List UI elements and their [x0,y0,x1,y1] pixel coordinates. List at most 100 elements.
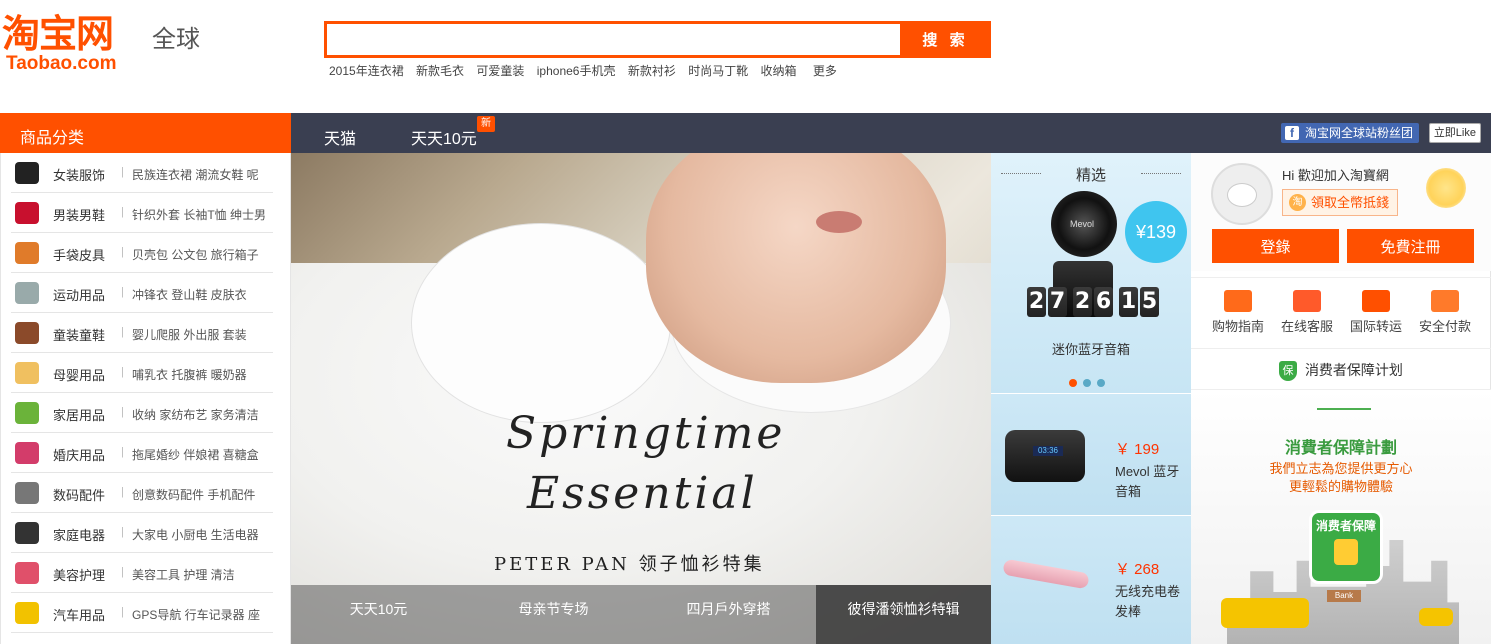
taobao-logo[interactable]: 淘宝网 [2,14,114,54]
category-subitems[interactable]: 冲锋衣 登山鞋 皮肤衣 [132,286,247,303]
handbag-icon [15,242,39,264]
product-card[interactable]: ￥ 268 无线充电卷发棒 [991,515,1191,644]
category-row[interactable]: 婚庆用品 | 拖尾婚纱 伴娘裙 喜糖盒 [11,433,273,473]
carousel-dot[interactable] [1069,379,1077,387]
guarantee-badge-label: 消费者保障 [1315,519,1376,533]
category-row[interactable]: 汽车用品 | GPS导航 行车记录器 座 [11,593,273,633]
lock-icon [1431,290,1459,312]
category-row[interactable]: 家庭电器 | 大家电 小厨电 生活电器 [11,513,273,553]
banner-title-line1: Springtime [506,408,786,459]
avatar-face-icon [1227,183,1257,207]
guarantee-promo[interactable]: 消費者保障計劃 我們立志為您提供更方心 更輕鬆的購物體驗 消费者保障 Bank [1191,390,1491,644]
product-price: ￥ 268 [1115,561,1160,578]
consumer-guarantee-link[interactable]: 保 消费者保障计划 [1191,350,1491,390]
bus-icon [1221,598,1309,628]
category-subitems[interactable]: 婴儿爬服 外出服 套装 [132,326,247,343]
banner-tab[interactable]: 母亲节专场 [466,585,641,644]
category-name[interactable]: 美容护理 [53,565,105,584]
category-subitems[interactable]: 美容工具 护理 清洁 [132,566,235,583]
category-name[interactable]: 婚庆用品 [53,445,105,464]
hot-keyword-more-link[interactable]: 更多 [813,64,837,78]
service-label: 安全付款 [1418,319,1471,334]
hot-keyword-link[interactable]: 新款衬衫 [628,64,676,78]
featured-product-name[interactable]: 迷你蓝牙音箱 [991,339,1191,358]
banner-tab[interactable]: 四月戶外穿搭 [641,585,816,644]
category-name[interactable]: 数码配件 [53,485,105,504]
category-subitems[interactable]: GPS导航 行车记录器 座 [132,606,260,623]
category-row[interactable]: 美容护理 | 美容工具 护理 清洁 [11,553,273,593]
carousel-dot[interactable] [1097,379,1105,387]
avatar[interactable] [1211,163,1273,225]
category-separator: | [121,446,124,458]
category-separator: | [121,166,124,178]
hot-keyword-link[interactable]: iphone6手机壳 [537,64,616,78]
category-row[interactable]: 家居用品 | 收纳 家纺布艺 家务清洁 [11,393,273,433]
lock-icon [1334,539,1358,565]
countdown-digit: 1 [1119,287,1138,317]
featured-product-card[interactable]: 精选 Mevol ¥139 272615 迷你蓝牙音箱 [991,153,1191,393]
search-input[interactable] [324,21,900,58]
category-name[interactable]: 家庭电器 [53,525,105,544]
category-separator: | [121,366,124,378]
category-subitems[interactable]: 哺乳衣 托腹裤 暖奶器 [132,366,247,383]
category-subitems[interactable]: 贝壳包 公文包 旅行箱子 [132,246,259,263]
category-subitems[interactable]: 收纳 家纺布艺 家务清洁 [132,406,259,423]
category-subitems[interactable]: 大家电 小厨电 生活电器 [132,526,259,543]
category-row[interactable]: 男装男鞋 | 针织外套 长袖T恤 绅士男 [11,193,273,233]
nav-tmall-link[interactable]: 天猫 [324,125,356,149]
carousel-dot[interactable] [1083,379,1091,387]
product-name[interactable]: 无线充电卷发棒 [1115,582,1187,622]
category-name[interactable]: 女装服饰 [53,165,105,184]
category-name[interactable]: 童装童鞋 [53,325,105,344]
welcome-text: Hi 歡迎加入淘寶網 [1282,168,1389,183]
hot-keyword-link[interactable]: 收纳箱 [761,64,797,78]
sun-decoration [1426,168,1466,208]
hero-banner[interactable]: Springtime Essential PETER PAN 领子恤衫特集 天天… [291,153,991,644]
category-subitems[interactable]: 创意数码配件 手机配件 [132,486,255,503]
service-link[interactable]: 购物指南 [1203,290,1273,335]
hot-keyword-link[interactable]: 时尚马丁靴 [688,64,748,78]
facebook-fanpage-link[interactable]: f 淘宝网全球站粉丝团 [1280,123,1419,143]
register-button[interactable]: 免費注冊 [1347,229,1474,263]
search-button[interactable]: 搜 索 [900,21,991,58]
product-card[interactable]: 03:36 ￥ 199 Mevol 蓝牙音箱 [991,393,1191,515]
banner-tab[interactable]: 天天10元 [291,585,466,644]
coupon-button[interactable]: 淘 領取全幣抵錢 [1282,189,1399,216]
featured-column: 精选 Mevol ¥139 272615 迷你蓝牙音箱 03:36 ￥ 199 … [991,153,1191,644]
product-name[interactable]: Mevol 蓝牙音箱 [1115,462,1187,502]
banner-collar-left [411,223,671,423]
category-name[interactable]: 男装男鞋 [53,205,105,224]
category-subitems[interactable]: 针织外套 长袖T恤 绅士男 [132,206,266,223]
coupon-label: 領取全幣抵錢 [1311,195,1390,210]
category-separator: | [121,486,124,498]
category-name[interactable]: 汽车用品 [53,605,105,624]
facebook-like-button[interactable]: 立即Like [1428,123,1481,143]
category-name[interactable]: 母婴用品 [53,365,105,384]
category-row[interactable]: 母婴用品 | 哺乳衣 托腹裤 暖奶器 [11,353,273,393]
category-row[interactable]: 数码配件 | 创意数码配件 手机配件 [11,473,273,513]
guarantee-line2: 更輕鬆的購物體驗 [1288,479,1393,494]
login-button[interactable]: 登錄 [1212,229,1339,263]
sneaker-icon [15,202,39,224]
category-row[interactable]: 女装服饰 | 民族连衣裙 潮流女鞋 呢 [11,153,273,193]
service-link[interactable]: 安全付款 [1410,290,1480,335]
category-name[interactable]: 运动用品 [53,285,105,304]
hair-curler-image [1002,558,1090,590]
hot-keyword-link[interactable]: 2015年连衣裙 [329,64,404,78]
category-subitems[interactable]: 民族连衣裙 潮流女鞋 呢 [132,166,259,183]
category-row[interactable]: 手袋皮具 | 贝壳包 公文包 旅行箱子 [11,233,273,273]
speaker-display: 03:36 [1033,446,1063,456]
category-name[interactable]: 手袋皮具 [53,245,105,264]
category-name[interactable]: 家居用品 [53,405,105,424]
hot-keyword-link[interactable]: 可爱童装 [476,64,524,78]
hot-keyword-link[interactable]: 新款毛衣 [416,64,464,78]
nav-tiantian-link[interactable]: 天天10元 [411,125,477,149]
category-separator: | [121,526,124,538]
category-row[interactable]: 运动用品 | 冲锋衣 登山鞋 皮肤衣 [11,273,273,313]
category-subitems[interactable]: 拖尾婚纱 伴娘裙 喜糖盒 [132,446,259,463]
category-row[interactable]: 童装童鞋 | 婴儿爬服 外出服 套装 [11,313,273,353]
service-link[interactable]: 国际转运 [1341,290,1411,335]
banner-tab[interactable]: 彼得潘领恤衫特辑 [816,585,991,644]
service-link[interactable]: 在线客服 [1272,290,1342,335]
user-welcome-area: Hi 歡迎加入淘寶網 淘 領取全幣抵錢 登錄 免費注冊 [1191,153,1491,271]
